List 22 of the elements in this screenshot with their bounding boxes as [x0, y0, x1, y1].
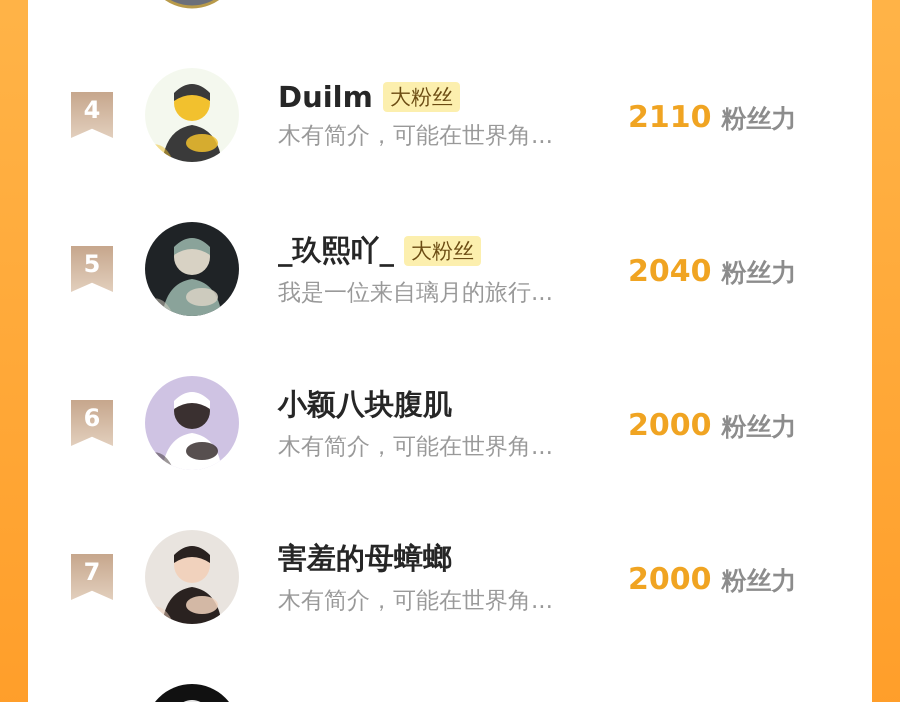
fan-score: 2110 [628, 100, 712, 134]
user-bio: 木有简介，可能在世界角... [278, 122, 554, 150]
user-bio: 木有简介，可能在世界角... [278, 586, 554, 616]
score-unit: 粉丝力 [722, 564, 796, 596]
fan-score: 2040 [628, 254, 712, 288]
score-unit: 粉丝力 [722, 102, 796, 134]
fan-score: 2000 [628, 562, 712, 596]
user-bio: 我是一位来自璃月的旅行... [278, 278, 554, 308]
rank-badge: 6 [71, 400, 113, 446]
user-name[interactable]: _玖熙吖_ [278, 230, 394, 270]
user-name[interactable]: 小颖八块腹肌 [278, 384, 452, 424]
user-name[interactable]: Duilm [278, 80, 373, 114]
fan-score: 2000 [628, 408, 712, 442]
user-name[interactable]: 害羞的母蟑螂 [278, 538, 452, 578]
fan-tag: 大粉丝 [382, 82, 460, 112]
score-unit: 粉丝力 [722, 256, 796, 288]
rank-badge: 7 [71, 554, 113, 600]
user-bio: 木有简介，可能在世界角... [278, 432, 554, 462]
fan-tag: 大粉丝 [404, 236, 481, 266]
rank-badge: 4 [71, 92, 113, 138]
rank-badge: 5 [71, 246, 113, 292]
score-unit: 粉丝力 [722, 410, 796, 442]
